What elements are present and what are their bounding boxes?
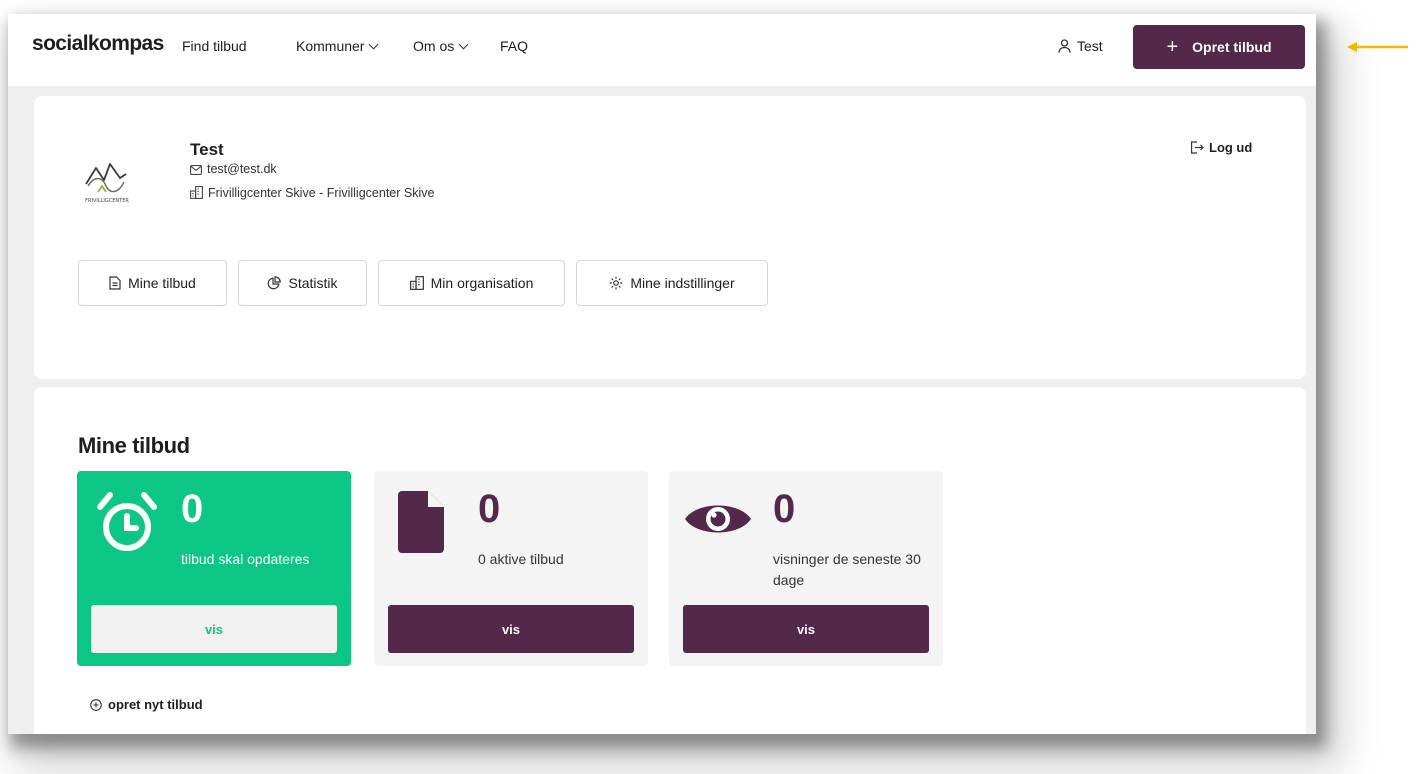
profile-email-row: test@test.dk [190, 162, 277, 176]
tab-mine-indstillinger-label: Mine indstillinger [630, 275, 735, 291]
plus-circle-icon [90, 699, 102, 711]
eye-icon [685, 505, 751, 533]
nav-faq[interactable]: FAQ [500, 38, 528, 54]
nav-find-tilbud[interactable]: Find tilbud [182, 38, 247, 54]
profile-name: Test [190, 140, 224, 159]
offers-card: Mine tilbud 0 tilbud skal opdateres vis … [34, 387, 1306, 734]
stat-active-offers: 0 0 aktive tilbud vis [374, 471, 648, 666]
profile-email: test@test.dk [207, 162, 277, 176]
site-logo[interactable]: socialkompas [32, 32, 164, 56]
tab-statistik[interactable]: Statistik [238, 260, 367, 306]
stat-views-vis-button[interactable]: vis [683, 605, 929, 653]
pie-chart-icon [268, 276, 282, 290]
document-icon [109, 276, 121, 290]
stat-needs-update-vis-button[interactable]: vis [91, 605, 337, 653]
create-new-offer-link[interactable]: opret nyt tilbud [90, 697, 203, 712]
chevron-down-icon [458, 39, 469, 50]
offers-section-title: Mine tilbud [78, 433, 190, 458]
nav-faq-label: FAQ [500, 38, 529, 54]
nav-om-os-label: Om os [413, 38, 455, 54]
building-icon [190, 186, 203, 199]
tab-min-organisation[interactable]: Min organisation [378, 260, 565, 306]
building-icon [409, 276, 424, 290]
create-offer-label: Opret tilbud [1192, 39, 1272, 55]
nav-kommuner-label: Kommuner [296, 38, 365, 54]
gear-icon [610, 276, 623, 290]
logout-link[interactable]: Log ud [1190, 140, 1252, 155]
create-offer-button[interactable]: + Opret tilbud [1133, 25, 1305, 69]
stat-active-offers-vis-button[interactable]: vis [388, 605, 634, 653]
envelope-icon [190, 165, 202, 175]
user-menu-link[interactable]: Test [1058, 38, 1103, 54]
screenshot-stage: socialkompas Find tilbud Kommuner Om os … [0, 0, 1416, 774]
stat-active-offers-label: 0 aktive tilbud [478, 551, 564, 567]
chevron-down-icon [369, 39, 379, 50]
stat-views: 0 visninger de seneste 30 dage vis [669, 471, 943, 666]
tab-statistik-label: Statistik [288, 275, 338, 291]
nav-om-os[interactable]: Om os [413, 38, 469, 54]
profile-organisation: Frivilligcenter Skive - Frivilligcenter … [208, 186, 435, 200]
annotation-arrow-icon [1347, 42, 1408, 52]
logout-icon [1191, 141, 1204, 154]
alarm-clock-icon [97, 492, 157, 551]
create-new-offer-label: opret nyt tilbud [108, 697, 203, 712]
browser-page: socialkompas Find tilbud Kommuner Om os … [8, 14, 1316, 734]
stat-needs-update-label: tilbud skal opdateres [181, 551, 310, 567]
file-icon [398, 491, 444, 553]
organisation-logo-text: FRIVILLIGCENTER [85, 198, 129, 204]
nav-kommuner[interactable]: Kommuner [296, 38, 379, 54]
logout-label: Log ud [1209, 140, 1253, 155]
nav-find-tilbud-label: Find tilbud [182, 38, 247, 54]
profile-organisation-row: Frivilligcenter Skive - Frivilligcenter … [190, 186, 434, 200]
tab-mine-indstillinger[interactable]: Mine indstillinger [576, 260, 768, 306]
stat-views-label: visninger de seneste 30 dage [773, 551, 921, 588]
user-icon [1058, 39, 1071, 53]
organisation-logo: FRIVILLIGCENTER [85, 163, 129, 204]
stat-views-count: 0 [773, 487, 796, 531]
tab-mine-tilbud-label: Mine tilbud [128, 275, 196, 291]
stat-active-offers-count: 0 [478, 487, 501, 531]
top-navbar: socialkompas Find tilbud Kommuner Om os … [8, 14, 1316, 86]
user-menu-label: Test [1077, 38, 1103, 54]
stat-needs-update: 0 tilbud skal opdateres vis [77, 471, 351, 666]
profile-card: FRIVILLIGCENTER Test test@test.dk Frivil… [34, 96, 1306, 379]
stat-needs-update-count: 0 [181, 487, 204, 531]
plus-icon: + [1166, 36, 1179, 58]
tab-mine-tilbud[interactable]: Mine tilbud [78, 260, 227, 306]
tab-min-organisation-label: Min organisation [430, 275, 534, 291]
